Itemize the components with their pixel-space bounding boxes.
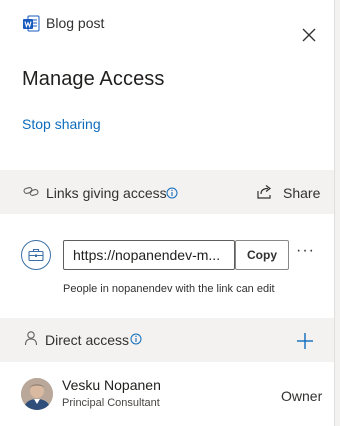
link-url-field[interactable]: https://nopanendev-m... [63, 240, 235, 270]
plus-icon [297, 333, 313, 349]
briefcase-icon [28, 248, 44, 262]
link-type-badge [21, 240, 51, 270]
person-role: Owner [281, 388, 323, 404]
close-button[interactable] [300, 26, 318, 44]
close-icon [302, 28, 316, 42]
link-description: People in nopanendev with the link can e… [63, 283, 275, 295]
more-icon[interactable]: ··· [296, 243, 316, 262]
person-title: Principal Consultant [62, 397, 160, 409]
panel-edge [335, 0, 340, 426]
word-document-icon [23, 15, 40, 32]
links-section-label: Links giving access [46, 185, 167, 201]
manage-access-panel: Blog post Manage Access Stop sharing Lin… [0, 0, 335, 426]
copy-button[interactable]: Copy [235, 240, 289, 270]
add-people-button[interactable] [295, 331, 315, 351]
stop-sharing-link[interactable]: Stop sharing [22, 116, 101, 132]
direct-access-label: Direct access [45, 332, 130, 348]
page-title: Manage Access [22, 68, 165, 90]
person-icon [24, 330, 40, 346]
avatar [21, 378, 53, 410]
share-icon [256, 183, 274, 201]
info-icon[interactable] [166, 186, 178, 199]
person-name: Vesku Nopanen [62, 377, 161, 393]
file-name: Blog post [46, 15, 105, 31]
link-icon [23, 184, 39, 200]
info-icon[interactable] [130, 332, 142, 345]
share-label: Share [283, 185, 321, 201]
